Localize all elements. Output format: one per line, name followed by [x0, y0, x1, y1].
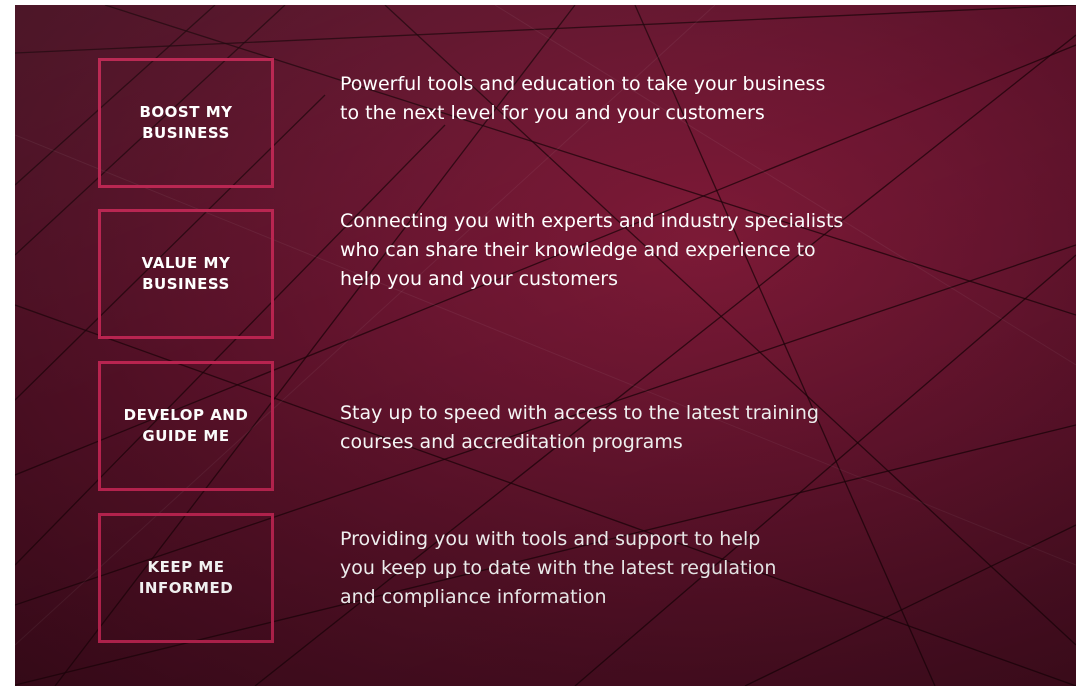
features-panel: BOOST MY BUSINESS Powerful tools and edu…	[15, 5, 1076, 686]
develop-and-guide-me-button[interactable]: DEVELOP AND GUIDE ME	[98, 361, 274, 491]
value-my-business-button[interactable]: VALUE MY BUSINESS	[98, 209, 274, 339]
boost-my-business-button[interactable]: BOOST MY BUSINESS	[98, 58, 274, 188]
feature-description: Powerful tools and education to take you…	[340, 73, 826, 124]
keep-me-informed-button[interactable]: KEEP ME INFORMED	[98, 513, 274, 643]
badge-label: KEEP ME INFORMED	[138, 558, 234, 597]
feature-row-develop: DEVELOP AND GUIDE ME Stay up to speed wi…	[15, 361, 1076, 495]
badge-label: VALUE MY BUSINESS	[141, 254, 231, 293]
badge-label: BOOST MY BUSINESS	[139, 103, 233, 142]
badge-label: DEVELOP AND GUIDE ME	[123, 406, 249, 445]
feature-row-keep: KEEP ME INFORMED Providing you with tool…	[15, 513, 1076, 647]
feature-description: Stay up to speed with access to the late…	[340, 402, 819, 453]
feature-description: Providing you with tools and support to …	[340, 528, 777, 608]
feature-row-value: VALUE MY BUSINESS Connecting you with ex…	[15, 209, 1076, 343]
feature-row-boost: BOOST MY BUSINESS Powerful tools and edu…	[15, 58, 1076, 192]
feature-description: Connecting you with experts and industry…	[340, 210, 844, 290]
